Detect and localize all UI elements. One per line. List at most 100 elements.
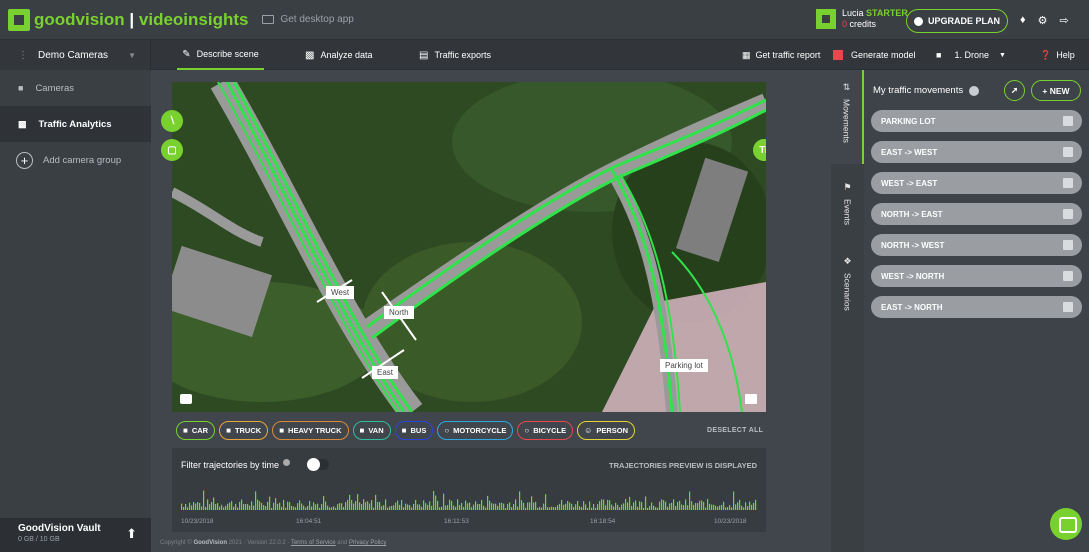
bicycle-icon: ○ [524, 426, 530, 435]
generate-model-label: Generate model [851, 50, 916, 60]
auto-detect-button[interactable]: ➚ [1004, 80, 1025, 101]
line-tool-button[interactable]: ∖ [161, 110, 183, 132]
chip-motorcycle[interactable]: ○ MOTORCYCLE [437, 421, 514, 440]
logout-icon[interactable]: ⇨ [1060, 14, 1069, 27]
histogram-bar [625, 498, 627, 510]
tab-traffic-exports[interactable]: ▤ Traffic exports [419, 40, 491, 70]
chip-person[interactable]: ☺ PERSON [577, 421, 635, 440]
zone-label-east[interactable]: East [372, 366, 399, 379]
tab-events[interactable]: ⚑ Events [831, 176, 864, 246]
user-info: Lucia STARTER 0 credits [842, 8, 908, 30]
camera-group-select[interactable]: ⋮ Demo Cameras ▼ [0, 40, 151, 70]
histogram-bar [733, 491, 735, 510]
upgrade-icon [913, 16, 923, 26]
image-icon[interactable] [745, 394, 757, 404]
snapshot-icon[interactable] [180, 394, 192, 404]
movement-item[interactable]: EAST -> NORTH [871, 296, 1082, 318]
grid-icon[interactable] [1063, 240, 1073, 250]
histogram-bar [349, 494, 351, 510]
movement-item[interactable]: PARKING LOT [871, 110, 1082, 132]
histogram-bar [347, 499, 349, 510]
grid-icon[interactable] [1063, 271, 1073, 281]
histogram-bar [257, 499, 259, 510]
histogram-bar [281, 506, 283, 510]
tab-movements[interactable]: ⇅ Movements [831, 70, 864, 164]
chip-bus[interactable]: ■ BUS [394, 421, 434, 440]
chip-label: HEAVY TRUCK [288, 426, 342, 435]
secondary-toolbar: ⋮ Demo Cameras ▼ ✎ Describe scene ▩ Anal… [0, 40, 1089, 70]
histogram-bar [623, 503, 625, 510]
histogram-bar [593, 504, 595, 510]
histogram-bar [189, 502, 191, 510]
user-account[interactable]: Lucia STARTER 0 credits [816, 8, 908, 30]
tab-analyze-data[interactable]: ▩ Analyze data [305, 40, 373, 70]
bell-icon[interactable]: ♦ [1020, 14, 1026, 27]
info-icon[interactable] [969, 85, 980, 96]
filter-by-time-toggle[interactable] [307, 458, 329, 471]
video-frame[interactable]: West North East Parking lot Tr [172, 82, 766, 412]
info-icon[interactable] [283, 458, 291, 466]
histogram-bar [227, 503, 229, 510]
get-traffic-report-button[interactable]: ▦ Get traffic report [742, 40, 820, 70]
upgrade-plan-button[interactable]: UPGRADE PLAN [906, 9, 1008, 33]
get-desktop-app-link[interactable]: Get desktop app [262, 14, 354, 25]
bar-chart-icon: ▩ [18, 118, 27, 129]
grid-icon[interactable] [1063, 302, 1073, 312]
movement-item[interactable]: WEST -> NORTH [871, 265, 1082, 287]
grid-icon[interactable] [1063, 116, 1073, 126]
trajectories-status: TRAJECTORIES PREVIEW IS DISPLAYED [609, 461, 757, 470]
histogram-bar [203, 490, 205, 510]
deselect-all-button[interactable]: DESELECT ALL [707, 427, 763, 434]
chip-van[interactable]: ■ VAN [352, 421, 391, 440]
generate-model-button[interactable]: Generate model [833, 40, 916, 70]
chip-car[interactable]: ■ CAR [176, 421, 216, 440]
grid-icon[interactable] [1063, 209, 1073, 219]
sidebar-item-cameras[interactable]: ■ Cameras [0, 70, 151, 106]
movement-item[interactable]: EAST -> WEST [871, 141, 1082, 163]
chip-bicycle[interactable]: ○ BICYCLE [517, 421, 574, 440]
privacy-link[interactable]: Privacy Policy [349, 540, 386, 546]
histogram-bar [391, 505, 393, 510]
help-button[interactable]: ❓ Help [1040, 40, 1075, 70]
zone-label-west[interactable]: West [326, 286, 355, 299]
sidebar-item-traffic-analytics[interactable]: ▩ Traffic Analytics [0, 106, 151, 142]
add-camera-group-button[interactable]: + Add camera group [0, 142, 151, 178]
grid-icon[interactable] [1063, 147, 1073, 157]
goodvision-vault[interactable]: GoodVision Vault 0 GB / 10 GB ⬆ [0, 518, 151, 552]
gear-icon[interactable]: ⚙ [1038, 14, 1048, 27]
histogram-bar [221, 504, 223, 510]
grid-icon[interactable] [1063, 178, 1073, 188]
histogram-bar [335, 507, 337, 510]
new-movement-button[interactable]: + NEW [1031, 80, 1081, 101]
movement-item[interactable]: NORTH -> WEST [871, 234, 1082, 256]
histogram-bar [525, 507, 527, 510]
zone-label-north[interactable]: North [384, 306, 414, 319]
histogram-bar [673, 499, 675, 510]
tab-describe-scene[interactable]: ✎ Describe scene [177, 40, 264, 70]
histogram-bar [493, 503, 495, 510]
movement-item[interactable]: NORTH -> EAST [871, 203, 1082, 225]
trajectory-histogram[interactable] [181, 486, 757, 510]
terms-link[interactable]: Terms of Service [291, 540, 336, 546]
chip-heavy-truck[interactable]: ■ HEAVY TRUCK [272, 421, 349, 440]
movement-item[interactable]: WEST -> EAST [871, 172, 1082, 194]
upload-icon[interactable]: ⬆ [126, 526, 137, 542]
histogram-bar [341, 503, 343, 510]
tab-scenarios[interactable]: ❖ Scenarios [831, 250, 864, 328]
zone-label-parking[interactable]: Parking lot [660, 359, 708, 372]
get-traffic-report-label: Get traffic report [755, 50, 821, 60]
histogram-bar [215, 503, 217, 510]
drone-camera-select[interactable]: ■ 1. Drone ▼ [936, 40, 1006, 70]
histogram-bar [633, 502, 635, 510]
histogram-bar [725, 507, 727, 510]
chip-truck[interactable]: ■ TRUCK [219, 421, 269, 440]
histogram-bar [259, 501, 261, 510]
histogram-bar [431, 505, 433, 510]
file-icon: ▤ [419, 49, 429, 61]
histogram-bar [527, 502, 529, 510]
histogram-bar [597, 504, 599, 510]
histogram-bar [357, 494, 359, 510]
chat-widget-button[interactable] [1050, 508, 1082, 540]
zone-tool-button[interactable]: ▢ [161, 139, 183, 161]
app-logo[interactable]: goodvision | videoinsights [8, 8, 248, 31]
